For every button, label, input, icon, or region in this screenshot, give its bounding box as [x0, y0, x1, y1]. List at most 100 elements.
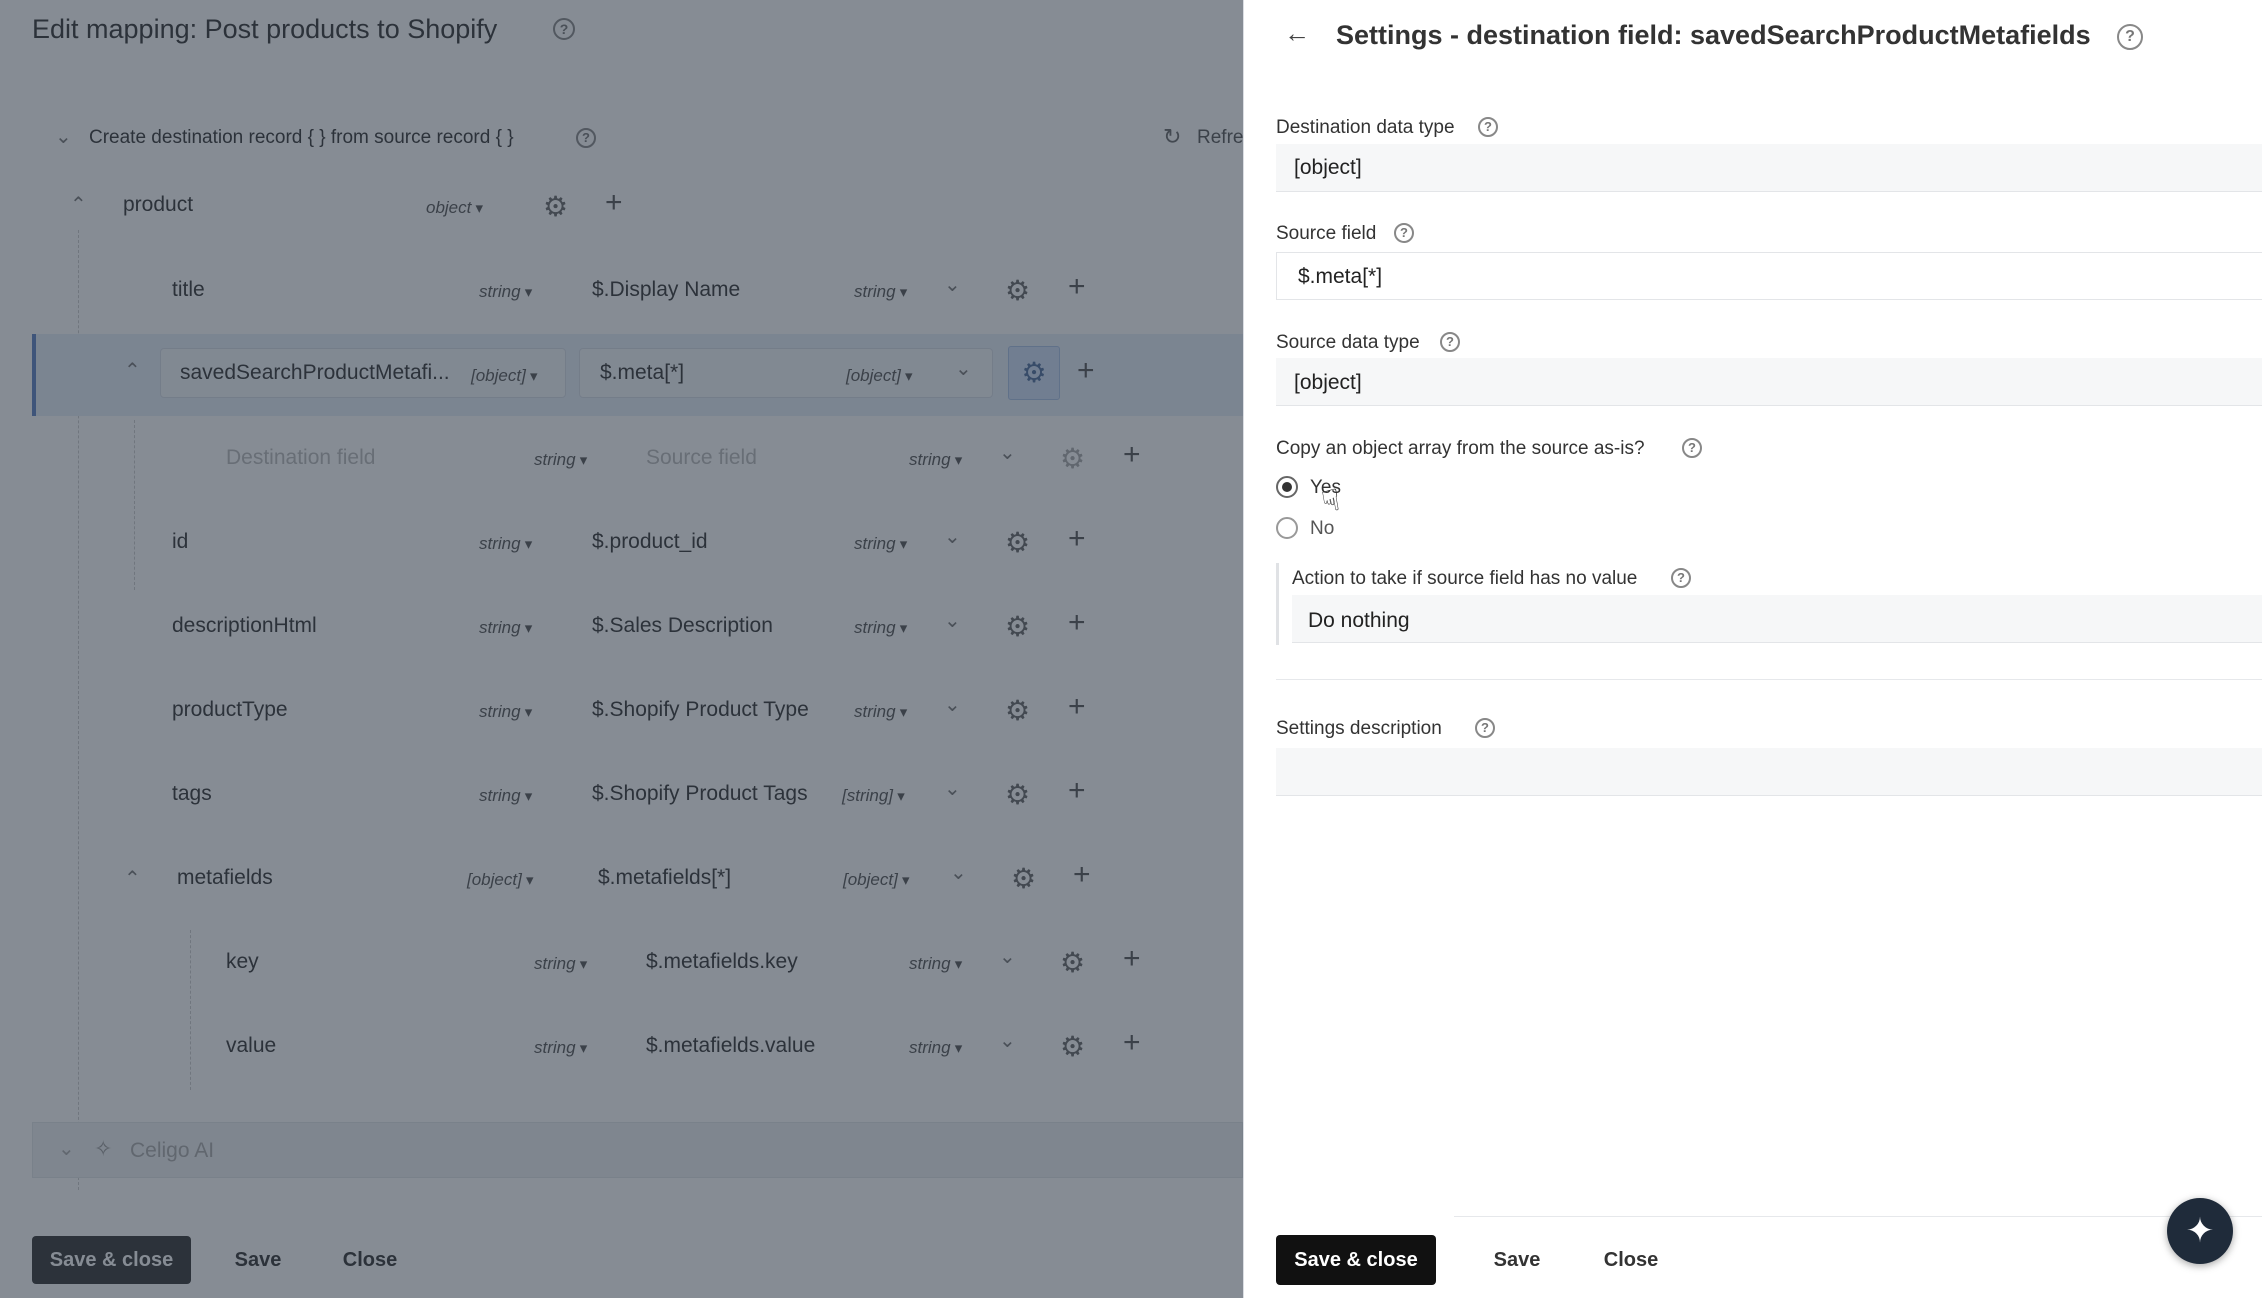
plus-icon[interactable]: +: [605, 186, 623, 220]
radio-no[interactable]: [1276, 517, 1298, 539]
gear-icon[interactable]: ⚙: [1005, 694, 1030, 727]
dtype-select[interactable]: string: [479, 534, 532, 554]
ai-assistant-button[interactable]: ✦: [2167, 1198, 2233, 1264]
dtype-select[interactable]: string: [479, 702, 532, 722]
plus-icon[interactable]: +: [1068, 606, 1086, 640]
help-icon[interactable]: ?: [553, 18, 575, 40]
refresh-icon[interactable]: ↻: [1163, 124, 1181, 150]
source-type-select[interactable]: string: [909, 1038, 962, 1058]
source-field-input[interactable]: [1276, 252, 2262, 300]
field-description-html[interactable]: descriptionHtml: [172, 614, 317, 638]
chevron-down-icon[interactable]: ⌄: [955, 356, 972, 381]
drawer-save-button[interactable]: Save: [1472, 1236, 1562, 1284]
help-icon[interactable]: ?: [1671, 568, 1691, 588]
plus-icon[interactable]: +: [1068, 690, 1086, 724]
source-type-select[interactable]: [string]: [842, 786, 905, 806]
destination-field-placeholder[interactable]: Destination field: [226, 446, 375, 470]
dest-type-field[interactable]: [1276, 144, 2262, 192]
gear-icon[interactable]: ⚙: [1005, 274, 1030, 307]
gear-icon[interactable]: ⚙: [1060, 442, 1085, 475]
source-type-select[interactable]: string: [854, 702, 907, 722]
action-value[interactable]: Do nothing: [1308, 609, 1410, 633]
save-button[interactable]: Save: [218, 1236, 298, 1284]
dtype-select[interactable]: string: [479, 282, 532, 302]
help-icon[interactable]: ?: [1475, 718, 1495, 738]
chevron-down-icon[interactable]: ⌄: [999, 440, 1016, 465]
refresh-button[interactable]: Refre: [1197, 127, 1243, 149]
field-title[interactable]: title: [172, 278, 205, 302]
source-type-select[interactable]: string: [854, 534, 907, 554]
field-product-type[interactable]: productType: [172, 698, 288, 722]
source-field[interactable]: $.meta[*]: [600, 361, 684, 385]
collapse-icon[interactable]: ⌃: [124, 358, 141, 383]
chevron-down-icon[interactable]: ⌄: [950, 860, 967, 885]
help-icon[interactable]: ?: [576, 128, 596, 148]
source-field[interactable]: $.Shopify Product Type: [592, 698, 809, 722]
dtype-select[interactable]: [object]: [467, 870, 534, 890]
collapse-icon[interactable]: ⌃: [124, 866, 141, 891]
gear-icon[interactable]: ⚙: [543, 190, 568, 223]
source-type-select[interactable]: string: [854, 618, 907, 638]
help-icon[interactable]: ?: [1394, 223, 1414, 243]
collapse-icon[interactable]: ⌃: [70, 192, 87, 217]
arrow-left-icon[interactable]: ←: [1284, 18, 1310, 49]
source-field[interactable]: $.product_id: [592, 530, 708, 554]
source-type-field[interactable]: [1276, 358, 2262, 406]
field-tags[interactable]: tags: [172, 782, 212, 806]
chevron-down-icon[interactable]: ⌄: [944, 608, 961, 633]
source-field[interactable]: $.Shopify Product Tags: [592, 782, 808, 806]
plus-icon[interactable]: +: [1123, 942, 1141, 976]
plus-icon[interactable]: +: [1077, 354, 1095, 388]
dtype-select[interactable]: string: [534, 954, 587, 974]
help-icon[interactable]: ?: [1478, 117, 1498, 137]
gear-icon[interactable]: ⚙: [1060, 1030, 1085, 1063]
dtype-select[interactable]: object: [426, 198, 483, 218]
source-type-select[interactable]: [object]: [846, 366, 913, 386]
chevron-down-icon[interactable]: ⌄: [58, 1136, 75, 1161]
source-field-placeholder[interactable]: Source field: [646, 446, 757, 470]
source-type-select[interactable]: string: [909, 954, 962, 974]
source-field[interactable]: $.Display Name: [592, 278, 740, 302]
source-field[interactable]: $.metafields[*]: [598, 866, 731, 890]
source-type-select[interactable]: [object]: [843, 870, 910, 890]
gear-icon[interactable]: ⚙: [1011, 862, 1036, 895]
chevron-down-icon[interactable]: ⌄: [999, 1028, 1016, 1053]
field-key[interactable]: key: [226, 950, 259, 974]
plus-icon[interactable]: +: [1068, 270, 1086, 304]
dtype-select[interactable]: string: [534, 1038, 587, 1058]
field-id[interactable]: id: [172, 530, 188, 554]
plus-icon[interactable]: +: [1073, 858, 1091, 892]
field-value[interactable]: value: [226, 1034, 276, 1058]
settings-description-input[interactable]: [1276, 748, 2262, 796]
source-field[interactable]: $.metafields.value: [646, 1034, 815, 1058]
radio-no-label[interactable]: No: [1310, 518, 1334, 540]
dtype-select[interactable]: string: [534, 450, 587, 470]
settings-gear-button[interactable]: ⚙: [1008, 346, 1060, 400]
chevron-down-icon[interactable]: ⌄: [944, 272, 961, 297]
source-field[interactable]: $.metafields.key: [646, 950, 798, 974]
plus-icon[interactable]: +: [1068, 522, 1086, 556]
close-button[interactable]: Close: [328, 1236, 412, 1284]
plus-icon[interactable]: +: [1123, 438, 1141, 472]
drawer-close-button[interactable]: Close: [1584, 1236, 1678, 1284]
source-field-value[interactable]: $.meta[*]: [1298, 265, 1382, 289]
drawer-save-close-button[interactable]: Save & close: [1276, 1235, 1436, 1285]
save-close-button[interactable]: Save & close: [32, 1236, 191, 1284]
dtype-select[interactable]: [object]: [471, 366, 538, 386]
gear-icon[interactable]: ⚙: [1060, 946, 1085, 979]
source-type-select[interactable]: string: [854, 282, 907, 302]
gear-icon[interactable]: ⚙: [1005, 610, 1030, 643]
source-field[interactable]: $.Sales Description: [592, 614, 773, 638]
chevron-down-icon[interactable]: ⌄: [944, 692, 961, 717]
help-icon[interactable]: ?: [1440, 332, 1460, 352]
source-type-select[interactable]: string: [909, 450, 962, 470]
gear-icon[interactable]: ⚙: [1005, 526, 1030, 559]
help-icon[interactable]: ?: [1682, 438, 1702, 458]
field-saved-search[interactable]: savedSearchProductMetafi...: [180, 361, 450, 385]
field-product[interactable]: product: [123, 193, 193, 217]
gear-icon[interactable]: ⚙: [1005, 778, 1030, 811]
field-metafields[interactable]: metafields: [177, 866, 273, 890]
plus-icon[interactable]: +: [1068, 774, 1086, 808]
help-icon[interactable]: ?: [2117, 24, 2143, 50]
dtype-select[interactable]: string: [479, 786, 532, 806]
